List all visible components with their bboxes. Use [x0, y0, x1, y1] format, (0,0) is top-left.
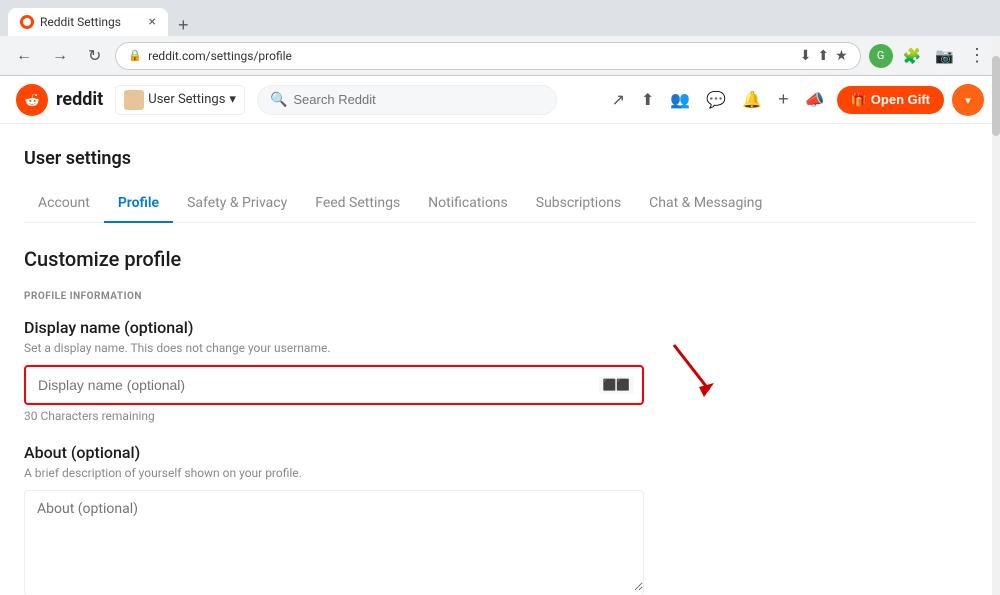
tab-bar: Reddit Settings × + [0, 0, 1000, 36]
reddit-wordmark: reddit [56, 89, 103, 110]
header-actions: ↗ ⬆ 👥 💬 🔔 + 📣 🎁 Open Gift ▾ [608, 84, 984, 116]
tab-safety-privacy[interactable]: Safety & Privacy [173, 185, 301, 223]
browser-chrome: Reddit Settings × + ← → ↻ 🔒 reddit.com/s… [0, 0, 1000, 76]
page-content: User settings Account Profile Safety & P… [0, 124, 1000, 595]
share-icon[interactable]: ⬆ [817, 48, 829, 64]
search-box[interactable]: 🔍 [257, 85, 557, 115]
add-icon-btn[interactable]: + [774, 85, 793, 114]
tab-favicon [20, 15, 34, 29]
about-textarea-wrapper [24, 490, 644, 595]
share-icon-btn[interactable]: ↗ [608, 86, 629, 114]
about-field-group: About (optional) A brief description of … [24, 443, 644, 595]
bookmark-icon[interactable]: ⬇ [800, 48, 812, 64]
lock-icon: 🔒 [128, 49, 142, 62]
toolbar-icons: G 🧩 📷 ⋮ [869, 43, 990, 68]
notifications-icon-btn[interactable]: 🔔 [738, 86, 766, 114]
reddit-svg [22, 90, 42, 110]
arrow-annotation [654, 335, 734, 409]
tab-profile[interactable]: Profile [104, 185, 173, 223]
new-tab-button[interactable]: + [172, 15, 195, 36]
profile-info-label: PROFILE INFORMATION [24, 291, 644, 302]
extensions-icon[interactable]: 🧩 [899, 45, 926, 67]
display-name-desc: Set a display name. This does not change… [24, 341, 644, 355]
menu-icon[interactable]: ⋮ [964, 43, 990, 68]
search-icon: 🔍 [270, 92, 287, 108]
address-bar[interactable]: 🔒 reddit.com/settings/profile ⬇ ⬆ ★ [115, 42, 860, 70]
browser-toolbar: ← → ↻ 🔒 reddit.com/settings/profile ⬇ ⬆ … [0, 36, 1000, 76]
refresh-button[interactable]: ↻ [82, 42, 107, 70]
open-gift-label: Open Gift [871, 92, 930, 107]
display-name-char-remaining: 30 Characters remaining [24, 409, 644, 423]
open-gift-button[interactable]: 🎁 Open Gift [837, 86, 944, 114]
browser-tab-active[interactable]: Reddit Settings × [8, 8, 168, 36]
screenshot-icon[interactable]: 📷 [931, 45, 958, 67]
url-text: reddit.com/settings/profile [148, 49, 793, 63]
display-name-input[interactable] [26, 367, 642, 403]
reddit-logo[interactable]: reddit [16, 84, 103, 116]
reddit-header: reddit User Settings ▾ 🔍 ↗ ⬆ 👥 💬 🔔 + 📣 🎁… [0, 76, 1000, 124]
coins-icon-btn[interactable]: ⬆ [637, 86, 658, 114]
browser-profile-icon[interactable]: G [869, 44, 893, 68]
about-desc: A brief description of yourself shown on… [24, 466, 644, 480]
page-title: User settings [24, 148, 976, 169]
broadcast-icon-btn[interactable]: 📣 [801, 86, 829, 114]
tab-notifications[interactable]: Notifications [414, 185, 522, 223]
header-search: 🔍 [257, 85, 557, 115]
user-avatar-button[interactable]: ▾ [952, 84, 984, 116]
display-name-label: Display name (optional) [24, 318, 644, 337]
tab-account[interactable]: Account [24, 185, 104, 223]
gift-icon: 🎁 [851, 92, 867, 108]
display-name-input-wrapper: ⬛⬛ [24, 365, 644, 405]
tab-title: Reddit Settings [40, 15, 143, 29]
search-input[interactable] [293, 92, 544, 107]
customize-profile-title: Customize profile [24, 247, 644, 271]
display-name-counter: ⬛⬛ [599, 377, 634, 394]
about-textarea[interactable] [25, 491, 643, 591]
about-label: About (optional) [24, 443, 644, 462]
chat-icon-btn[interactable]: 💬 [702, 86, 730, 114]
tab-subscriptions[interactable]: Subscriptions [522, 185, 635, 223]
scrollbar-thumb[interactable] [992, 56, 1000, 136]
tab-close-button[interactable]: × [149, 15, 156, 29]
settings-tabs: Account Profile Safety & Privacy Feed Se… [24, 185, 976, 223]
scrollbar-track[interactable] [992, 36, 1000, 595]
dropdown-chevron-icon: ▾ [229, 92, 236, 107]
tab-feed-settings[interactable]: Feed Settings [301, 185, 414, 223]
red-arrow-svg [654, 335, 734, 405]
display-name-field-group: Display name (optional) Set a display na… [24, 318, 644, 423]
community-icon-btn[interactable]: 👥 [666, 86, 694, 114]
user-settings-label: User Settings [148, 92, 225, 107]
back-button[interactable]: ← [10, 43, 38, 69]
tab-chat-messaging[interactable]: Chat & Messaging [635, 185, 776, 223]
customize-profile-section: Customize profile PROFILE INFORMATION Di… [24, 247, 644, 595]
star-icon[interactable]: ★ [835, 48, 848, 64]
reddit-icon [16, 84, 48, 116]
forward-button[interactable]: → [46, 43, 74, 69]
user-settings-icon [124, 90, 144, 110]
user-settings-button[interactable]: User Settings ▾ [115, 85, 245, 115]
